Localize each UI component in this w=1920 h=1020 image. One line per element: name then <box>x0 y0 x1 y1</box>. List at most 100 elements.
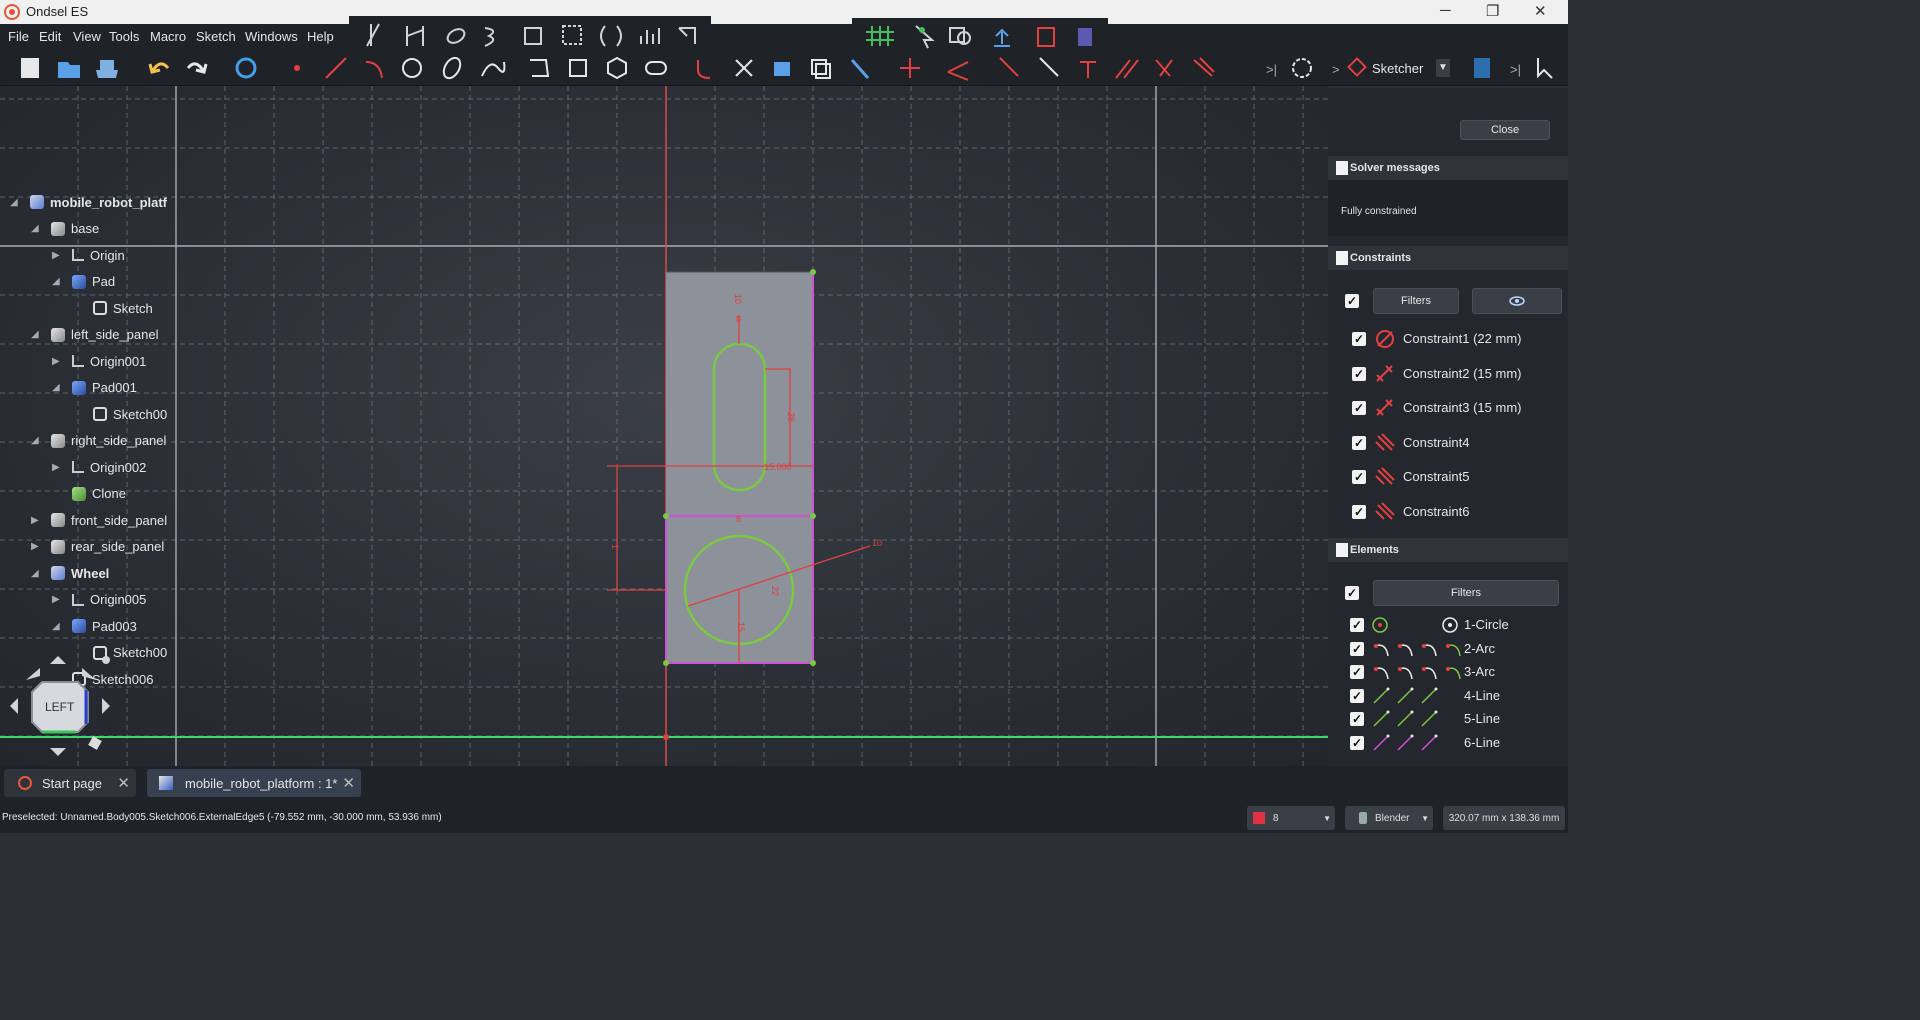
collapse-arrow-icon[interactable]: ◢ <box>31 223 39 234</box>
tree-item[interactable]: ◢ base <box>31 217 100 241</box>
close-window-button[interactable]: ✕ <box>1534 2 1547 20</box>
constraints-filters-button[interactable]: Filters <box>1373 288 1459 314</box>
tree-item[interactable]: ▶ Origin001 <box>52 349 146 373</box>
constraint-checkbox[interactable]: ✓ <box>1352 435 1366 450</box>
constraints-select-all-checkbox[interactable]: ✓ <box>1345 294 1359 308</box>
elements-filters-button[interactable]: Filters <box>1373 580 1559 606</box>
tab-start-page[interactable]: Start page ✕ <box>4 769 136 797</box>
collapse-arrow-icon[interactable]: ◢ <box>31 435 39 446</box>
tree-item[interactable]: Sketch <box>93 296 153 320</box>
workbench-selector[interactable]: Sketcher <box>1372 61 1423 76</box>
menu-windows[interactable]: Windows <box>245 29 298 44</box>
constraint-label[interactable]: Constraint1 (22 mm) <box>1403 331 1521 346</box>
element-checkbox[interactable]: ✓ <box>1350 618 1364 632</box>
menu-view[interactable]: View <box>73 29 101 44</box>
element-label[interactable]: 5-Line <box>1464 711 1500 726</box>
tree-item[interactable]: ◢ Wheel <box>31 561 109 585</box>
constraint-label[interactable]: Constraint3 (15 mm) <box>1403 400 1521 415</box>
close-tab-icon[interactable]: ✕ <box>117 774 130 792</box>
menu-help[interactable]: Help <box>307 29 334 44</box>
tree-item[interactable]: ▶ rear_side_panel <box>31 535 164 559</box>
tree-item[interactable]: ◢ Pad001 <box>52 376 137 400</box>
collapse-arrow-icon[interactable]: ◢ <box>52 276 60 287</box>
solver-messages-header[interactable]: Solver messages <box>1328 156 1568 180</box>
element-label[interactable]: 4-Line <box>1464 688 1500 703</box>
collapse-arrow-icon[interactable]: ◢ <box>31 329 39 340</box>
navigation-style-selector[interactable]: Blender ▼ <box>1345 806 1433 830</box>
constraint-label[interactable]: Constraint6 <box>1403 504 1469 519</box>
tree-item[interactable]: Sketch00 <box>93 402 167 426</box>
constraint-checkbox[interactable]: ✓ <box>1352 505 1366 519</box>
workbench-dropdown-icon[interactable]: ▼ <box>1436 59 1450 77</box>
close-sketch-icon <box>1078 28 1092 46</box>
tree-item[interactable]: ◢ mobile_robot_platf <box>10 190 167 214</box>
constraint-label[interactable]: Constraint2 (15 mm) <box>1403 366 1521 381</box>
body-icon <box>30 195 44 209</box>
tree-item[interactable]: ◢ right_side_panel <box>31 429 166 453</box>
tree-item-label: base <box>71 221 100 236</box>
constraint-label[interactable]: Constraint4 <box>1403 435 1469 450</box>
tree-item[interactable]: Clone <box>72 482 126 506</box>
element-checkbox[interactable]: ✓ <box>1350 735 1364 750</box>
external-geometry-icon <box>774 62 790 76</box>
expand-arrow-icon[interactable]: ▶ <box>52 356 60 367</box>
element-label[interactable]: 2-Arc <box>1464 641 1495 656</box>
sketch-icon <box>93 407 107 421</box>
constraint-checkbox[interactable]: ✓ <box>1352 366 1366 381</box>
menu-tools[interactable]: Tools <box>109 29 139 44</box>
constraints-header[interactable]: Constraints <box>1328 246 1568 270</box>
minimize-button[interactable]: ─ <box>1440 2 1451 19</box>
tree-item-label: front_side_panel <box>71 512 168 528</box>
tree-item[interactable]: ◢ Pad003 <box>52 614 137 638</box>
render-order-icon <box>949 27 971 45</box>
element-label[interactable]: 3-Arc <box>1464 664 1495 679</box>
elements-header[interactable]: Elements <box>1328 538 1568 562</box>
element-checkbox[interactable]: ✓ <box>1350 665 1364 679</box>
collapse-arrow-icon[interactable]: ◢ <box>31 568 39 579</box>
constraint-checkbox[interactable]: ✓ <box>1352 401 1366 416</box>
constraints-visibility-button[interactable] <box>1472 288 1562 314</box>
line-tool-icon <box>325 57 347 79</box>
constraint-checkbox[interactable]: ✓ <box>1352 470 1366 485</box>
menu-edit[interactable]: Edit <box>39 29 61 44</box>
constraint-checkbox[interactable]: ✓ <box>1352 332 1366 346</box>
collapse-arrow-icon[interactable]: ◢ <box>52 621 60 632</box>
element-label[interactable]: 6-Line <box>1464 735 1500 750</box>
3d-viewport[interactable]: 10 8 28 15.000 8 22 15 1 10 ◢ mobile_robo… <box>0 86 1328 766</box>
maximize-button[interactable]: ❐ <box>1486 2 1499 20</box>
tree-item-label: Pad003 <box>92 618 137 634</box>
arc-tool-icon <box>365 61 383 79</box>
tree-item[interactable]: ◢ left_side_panel <box>31 323 158 347</box>
element-checkbox[interactable]: ✓ <box>1350 688 1364 703</box>
menu-macro[interactable]: Macro <box>150 29 186 44</box>
expand-arrow-icon[interactable]: ▶ <box>52 594 60 605</box>
close-tab-icon[interactable]: ✕ <box>342 774 355 792</box>
tree-item[interactable]: ▶ front_side_panel <box>31 508 168 532</box>
tree-item[interactable]: ◢ Pad <box>52 270 115 294</box>
menu-sketch[interactable]: Sketch <box>196 29 236 44</box>
constraint-label[interactable]: Constraint5 <box>1403 469 1469 484</box>
close-sketch-button[interactable]: Close <box>1460 120 1550 140</box>
tree-item[interactable]: ▶ Origin005 <box>52 588 146 612</box>
collapse-arrow-icon[interactable]: ◢ <box>52 382 60 393</box>
expand-arrow-icon[interactable]: ▶ <box>31 541 39 552</box>
element-label[interactable]: 1-Circle <box>1464 617 1509 632</box>
element-checkbox[interactable]: ✓ <box>1350 641 1364 656</box>
tree-item[interactable]: ▶ Origin <box>52 243 125 267</box>
part-icon <box>51 433 65 448</box>
tab-document[interactable]: mobile_robot_platform : 1* ✕ <box>147 769 361 797</box>
menu-file[interactable]: File <box>8 29 29 44</box>
expand-arrow-icon[interactable]: ▶ <box>52 250 60 261</box>
collapse-arrow-icon[interactable]: ◢ <box>10 197 18 208</box>
expand-arrow-icon[interactable]: ▶ <box>31 515 39 526</box>
elements-select-all-checkbox[interactable]: ✓ <box>1345 586 1359 600</box>
navigation-cube[interactable]: LEFT <box>6 652 116 762</box>
render-mode-selector[interactable]: 8 ▼ <box>1247 806 1335 830</box>
parallel-constraint-icon <box>1375 467 1395 486</box>
carbon-copy-icon <box>811 59 831 79</box>
tree-item[interactable]: ▶ Origin002 <box>52 455 146 479</box>
svg-text:>|: >| <box>1266 62 1277 77</box>
element-checkbox[interactable]: ✓ <box>1350 712 1364 726</box>
constrain-parallel-tool-icon <box>1115 59 1139 79</box>
expand-arrow-icon[interactable]: ▶ <box>52 462 60 473</box>
